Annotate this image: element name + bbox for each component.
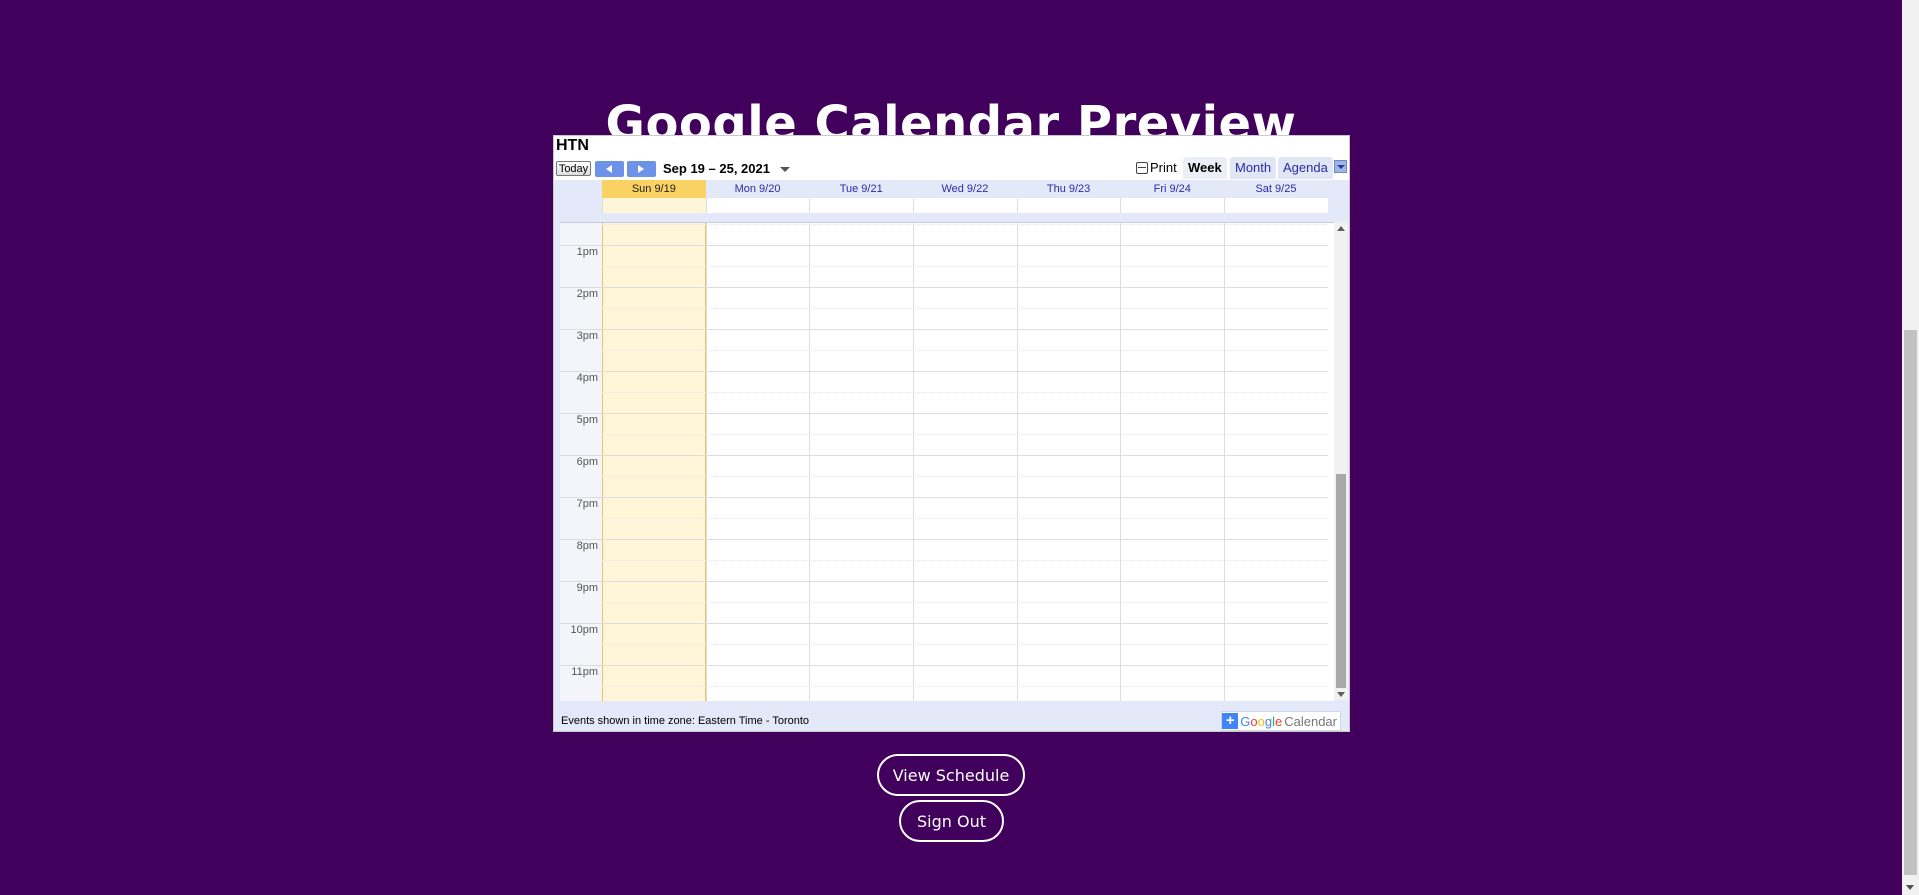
half-hour-gridline (602, 308, 1328, 309)
chevron-right-icon (638, 165, 644, 173)
tab-week[interactable]: Week (1183, 157, 1227, 179)
all-day-cell[interactable] (1120, 198, 1224, 213)
day-header[interactable]: Sat 9/25 (1224, 180, 1328, 198)
half-hour-gridline (602, 434, 1328, 435)
hour-gridline (560, 245, 1328, 246)
time-grid-scrollbar[interactable] (1334, 222, 1348, 700)
plus-icon: + (1222, 713, 1239, 729)
all-day-cell[interactable] (913, 198, 1017, 213)
all-day-cell[interactable] (602, 198, 706, 213)
scroll-down-icon[interactable] (1337, 692, 1345, 697)
hour-gridline (560, 497, 1328, 498)
hour-label: 8pm (576, 540, 598, 552)
half-hour-gridline (602, 602, 1328, 603)
hour-gridline (560, 287, 1328, 288)
all-day-row[interactable] (602, 198, 1328, 213)
half-hour-gridline (602, 560, 1328, 561)
day-column[interactable] (1120, 223, 1224, 701)
day-header-row: Sun 9/19 Mon 9/20 Tue 9/21 Wed 9/22 Thu 9/23… (602, 180, 1328, 198)
all-day-cell[interactable] (1016, 198, 1121, 213)
print-icon (1136, 162, 1148, 174)
day-header[interactable]: Fri 9/24 (1120, 180, 1225, 198)
chevron-down-icon (1337, 165, 1345, 169)
chevron-left-icon (606, 165, 612, 173)
half-hour-gridline (602, 476, 1328, 477)
next-week-button[interactable] (627, 161, 656, 177)
hour-label: 9pm (576, 582, 598, 594)
hour-label: 1pm (576, 246, 598, 258)
hour-gridline (560, 539, 1328, 540)
print-label: Print (1150, 160, 1177, 175)
half-hour-gridline (602, 350, 1328, 351)
calendar-name: HTN (556, 137, 589, 154)
time-grid[interactable]: 1pm 2pm 3pm 4pm 5pm 6pm 7pm 8pm 9pm 10pm 11pm (560, 222, 1334, 701)
day-column[interactable] (913, 223, 1017, 701)
tab-agenda[interactable]: Agenda (1278, 157, 1333, 179)
calendar-word: Calendar (1284, 713, 1337, 729)
date-range: Sep 19 – 25, 2021 (663, 161, 770, 176)
half-hour-gridline (602, 518, 1328, 519)
week-grid: Sun 9/19 Mon 9/20 Tue 9/21 Wed 9/22 Thu 9/23… (554, 180, 1349, 720)
all-day-cell[interactable] (1224, 198, 1328, 213)
day-header[interactable]: Thu 9/23 (1016, 180, 1121, 198)
today-button[interactable]: Today (556, 161, 591, 176)
calendar-embed: HTN Today Sep 19 – 25, 2021 Print Week M… (553, 135, 1350, 732)
hour-gridline (560, 623, 1328, 624)
hour-label: 7pm (576, 498, 598, 510)
print-link[interactable]: Print (1136, 159, 1177, 177)
google-logo-letter: o (1257, 713, 1265, 729)
day-header[interactable]: Tue 9/21 (809, 180, 914, 198)
day-header[interactable]: Mon 9/20 (705, 180, 810, 198)
hour-gridline (560, 329, 1328, 330)
all-day-cell[interactable] (705, 198, 810, 213)
day-header[interactable]: Sun 9/19 (602, 180, 706, 198)
day-header[interactable]: Wed 9/22 (913, 180, 1017, 198)
half-hour-gridline (602, 686, 1328, 687)
hour-label: 5pm (576, 414, 598, 426)
page-scrollbar[interactable] (1902, 0, 1919, 895)
day-column[interactable] (1224, 223, 1328, 701)
day-columns[interactable] (602, 223, 1328, 701)
hour-gridline (560, 455, 1328, 456)
hour-label: 6pm (576, 456, 598, 468)
hour-gridline (560, 665, 1328, 666)
half-hour-gridline (602, 644, 1328, 645)
day-column[interactable] (1016, 223, 1121, 701)
hour-label: 2pm (576, 288, 598, 300)
all-day-cell[interactable] (809, 198, 913, 213)
hour-label: 3pm (576, 330, 598, 342)
hour-gridline (560, 413, 1328, 414)
hour-label: 10pm (570, 624, 598, 636)
hour-label: 11pm (571, 666, 598, 678)
scroll-down-icon[interactable] (1906, 885, 1914, 890)
tab-month[interactable]: Month (1230, 157, 1277, 179)
view-dropdown-button[interactable] (1334, 160, 1347, 173)
google-logo-letter: e (1275, 713, 1283, 729)
previous-week-button[interactable] (595, 161, 624, 177)
calendar-toolbar: Today Sep 19 – 25, 2021 Print Week Month… (554, 156, 1349, 180)
date-picker-caret-icon[interactable] (780, 167, 790, 172)
hour-gridline (560, 581, 1328, 582)
calendar-footer: Events shown in time zone: Eastern Time … (554, 709, 1349, 731)
google-logo-letter: G (1240, 713, 1251, 729)
view-schedule-button[interactable]: View Schedule (877, 754, 1025, 796)
page-scrollbar-thumb[interactable] (1904, 330, 1917, 875)
timezone-note: Events shown in time zone: Eastern Time … (561, 715, 810, 727)
scroll-up-icon[interactable] (1337, 226, 1345, 231)
google-logo-letter: g (1264, 713, 1273, 729)
sign-out-button[interactable]: Sign Out (899, 800, 1004, 842)
half-hour-gridline (602, 266, 1328, 267)
scrollbar-thumb[interactable] (1336, 474, 1346, 688)
half-hour-gridline (602, 392, 1328, 393)
hour-label: 4pm (576, 372, 598, 384)
day-column[interactable] (705, 223, 810, 701)
google-calendar-badge[interactable]: + Google Calendar (1221, 711, 1341, 731)
day-column[interactable] (809, 223, 913, 701)
google-logo-letter: o (1250, 713, 1258, 729)
hour-gridline (560, 371, 1328, 372)
day-column[interactable] (602, 223, 706, 701)
